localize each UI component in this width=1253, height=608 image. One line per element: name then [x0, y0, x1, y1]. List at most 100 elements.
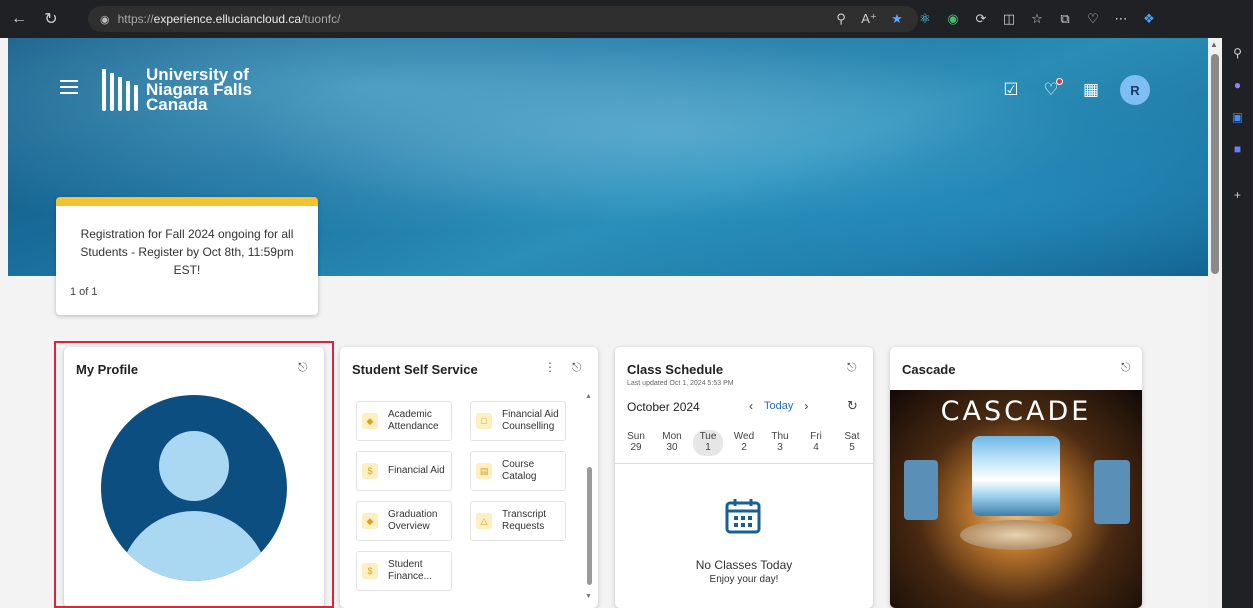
screen-panel	[904, 460, 938, 520]
apps-grid-icon[interactable]: ▦	[1080, 80, 1102, 100]
browser-essentials-icon[interactable]: ♡	[1082, 8, 1104, 30]
logo-text: University of Niagara Falls Canada	[146, 66, 252, 114]
tile-course-catalog[interactable]: ▤ Course Catalog	[470, 451, 566, 491]
chevron-right-icon[interactable]: ›	[804, 399, 808, 413]
class-schedule-card[interactable]: Class Schedule ⎋ Last updated Oct 1, 202…	[615, 347, 873, 608]
calendar-check-icon[interactable]: ☑	[1000, 80, 1022, 100]
scroll-down-icon[interactable]: ▼	[585, 593, 592, 600]
tiles-scrollbar[interactable]: ▲ ▼	[584, 393, 594, 603]
address-bar[interactable]: ◉ https://experience.elluciancloud.ca/tu…	[88, 6, 918, 32]
card-title: Class Schedule	[627, 362, 724, 377]
lock-icon: ⎋	[1121, 360, 1131, 374]
day-thu[interactable]: Thu 3	[765, 431, 795, 453]
copilot-icon[interactable]: ❖	[1138, 8, 1160, 30]
reload-icon[interactable]: ↻	[38, 6, 64, 32]
day-mon[interactable]: Mon 30	[657, 431, 687, 453]
user-avatar[interactable]: R	[1120, 75, 1150, 105]
tile-label: Student Finance...	[388, 559, 432, 582]
day-sun[interactable]: Sun 29	[621, 431, 651, 453]
browser-actions: ⚲ A⁺ ★ ⚛ ◉ ⟳ ◫ ☆ ⧉ ♡ ⋯ ❖	[830, 8, 1160, 30]
graduation-cap-icon: ◆	[362, 413, 378, 429]
outlook-icon[interactable]: ▣	[1229, 108, 1247, 126]
logo-line-3: Canada	[146, 95, 208, 114]
read-aloud-icon[interactable]: A⁺	[858, 8, 880, 30]
more-menu-icon[interactable]: ⋯	[1110, 8, 1132, 30]
browser-toolbar: ← ↻ ◉ https://experience.elluciancloud.c…	[0, 0, 1253, 38]
dollar-icon: $	[362, 563, 378, 579]
day-fri[interactable]: Fri 4	[801, 431, 831, 453]
cascade-card[interactable]: Cascade ⎋ CASCADE	[890, 347, 1142, 608]
empty-state-title: No Classes Today	[695, 558, 793, 572]
dollar-icon: $	[362, 463, 378, 479]
waterfall-screen	[972, 436, 1060, 516]
extension-icon[interactable]: ◉	[942, 8, 964, 30]
student-self-service-card[interactable]: Student Self Service ⋮ ⎋ ◆ Academic Atte…	[340, 347, 598, 608]
lock-icon: ◉	[100, 13, 110, 26]
tile-graduation-overview[interactable]: ◆ Graduation Overview	[356, 501, 452, 541]
graduation-cap-icon: ◆	[362, 513, 378, 529]
page-root: ← ↻ ◉ https://experience.elluciancloud.c…	[0, 0, 1253, 608]
tile-transcript-requests[interactable]: △ Transcript Requests	[470, 501, 566, 541]
kebab-menu-icon[interactable]: ⋮	[544, 360, 556, 374]
calendar-icon	[725, 499, 761, 534]
card-title: Cascade	[902, 362, 956, 377]
divider	[615, 463, 873, 464]
day-tue[interactable]: Tue 1	[693, 430, 723, 456]
empty-state-subtitle: Enjoy your day!	[709, 574, 779, 585]
tile-academic-attendance[interactable]: ◆ Academic Attendance	[356, 401, 452, 441]
date-navigation: ‹ Today ›	[749, 399, 808, 413]
screen-panel	[1094, 460, 1130, 524]
zoom-icon[interactable]: ⚲	[830, 8, 852, 30]
page-scrollbar[interactable]: ▲	[1208, 38, 1222, 608]
hamburger-menu-icon[interactable]	[60, 80, 78, 98]
announcement-text: Registration for Fall 2024 ongoing for a…	[80, 227, 294, 277]
collections-icon[interactable]: ⧉	[1054, 8, 1076, 30]
split-screen-icon[interactable]: ◫	[998, 8, 1020, 30]
university-logo[interactable]: University of Niagara Falls Canada	[100, 66, 252, 114]
scroll-up-icon[interactable]: ▲	[1210, 40, 1218, 49]
tile-label: Academic Attendance	[388, 409, 439, 432]
week-strip: Sun 29 Mon 30 Tue 1 Wed 2 Thu 3 Fri 4 Sat 5	[621, 429, 867, 465]
cascade-promo-image[interactable]: CASCADE	[890, 390, 1142, 608]
cascade-image-word: CASCADE	[940, 396, 1092, 427]
favorites-list-icon[interactable]: ☆	[1026, 8, 1048, 30]
tile-label: Financial Aid Counselling	[502, 409, 559, 432]
tile-student-finance[interactable]: $ Student Finance...	[356, 551, 452, 591]
header-actions: ☑ ♡ ▦ R	[1000, 75, 1150, 105]
selection-highlight	[54, 341, 334, 608]
conference-table	[960, 520, 1072, 550]
copilot-sidebar-icon[interactable]: ●	[1229, 76, 1247, 94]
add-icon[interactable]: +	[1229, 186, 1247, 204]
card-title: Student Self Service	[352, 362, 478, 377]
tile-label: Financial Aid	[388, 465, 445, 476]
alert-icon: △	[476, 513, 492, 529]
scroll-up-icon[interactable]: ▲	[585, 393, 592, 400]
announcement-card[interactable]: Registration for Fall 2024 ongoing for a…	[56, 197, 318, 315]
month-label: October 2024	[627, 400, 700, 414]
search-icon[interactable]: ⚲	[1229, 44, 1247, 62]
page-scroll-thumb[interactable]	[1211, 54, 1219, 274]
chevron-left-icon[interactable]: ‹	[749, 399, 753, 413]
refresh-icon[interactable]: ↻	[847, 398, 858, 414]
back-icon[interactable]: ←	[6, 6, 32, 32]
bell-icon[interactable]: ♡	[1040, 78, 1063, 100]
tile-financial-aid[interactable]: $ Financial Aid	[356, 451, 452, 491]
lock-icon: ⎋	[572, 360, 582, 374]
react-devtools-icon[interactable]: ⚛	[914, 8, 936, 30]
lock-icon: ⎋	[847, 360, 857, 374]
logo-mark-icon	[100, 68, 140, 111]
day-sat[interactable]: Sat 5	[837, 431, 867, 453]
today-button[interactable]: Today	[764, 400, 793, 412]
tile-financial-aid-counselling[interactable]: □ Financial Aid Counselling	[470, 401, 566, 441]
book-icon: ▤	[476, 463, 492, 479]
tile-label: Course Catalog	[502, 459, 537, 482]
last-updated-text: Last updated Oct 1, 2024 5:53 PM	[627, 380, 734, 387]
day-wed[interactable]: Wed 2	[729, 431, 759, 453]
favorite-star-icon[interactable]: ★	[886, 8, 908, 30]
tile-label: Transcript Requests	[502, 509, 547, 532]
extensions-puzzle-icon[interactable]: ⟳	[970, 8, 992, 30]
tile-label: Graduation Overview	[388, 509, 438, 532]
teams-icon[interactable]: ■	[1229, 140, 1247, 158]
chat-icon: □	[476, 413, 492, 429]
scroll-thumb[interactable]	[587, 467, 592, 585]
